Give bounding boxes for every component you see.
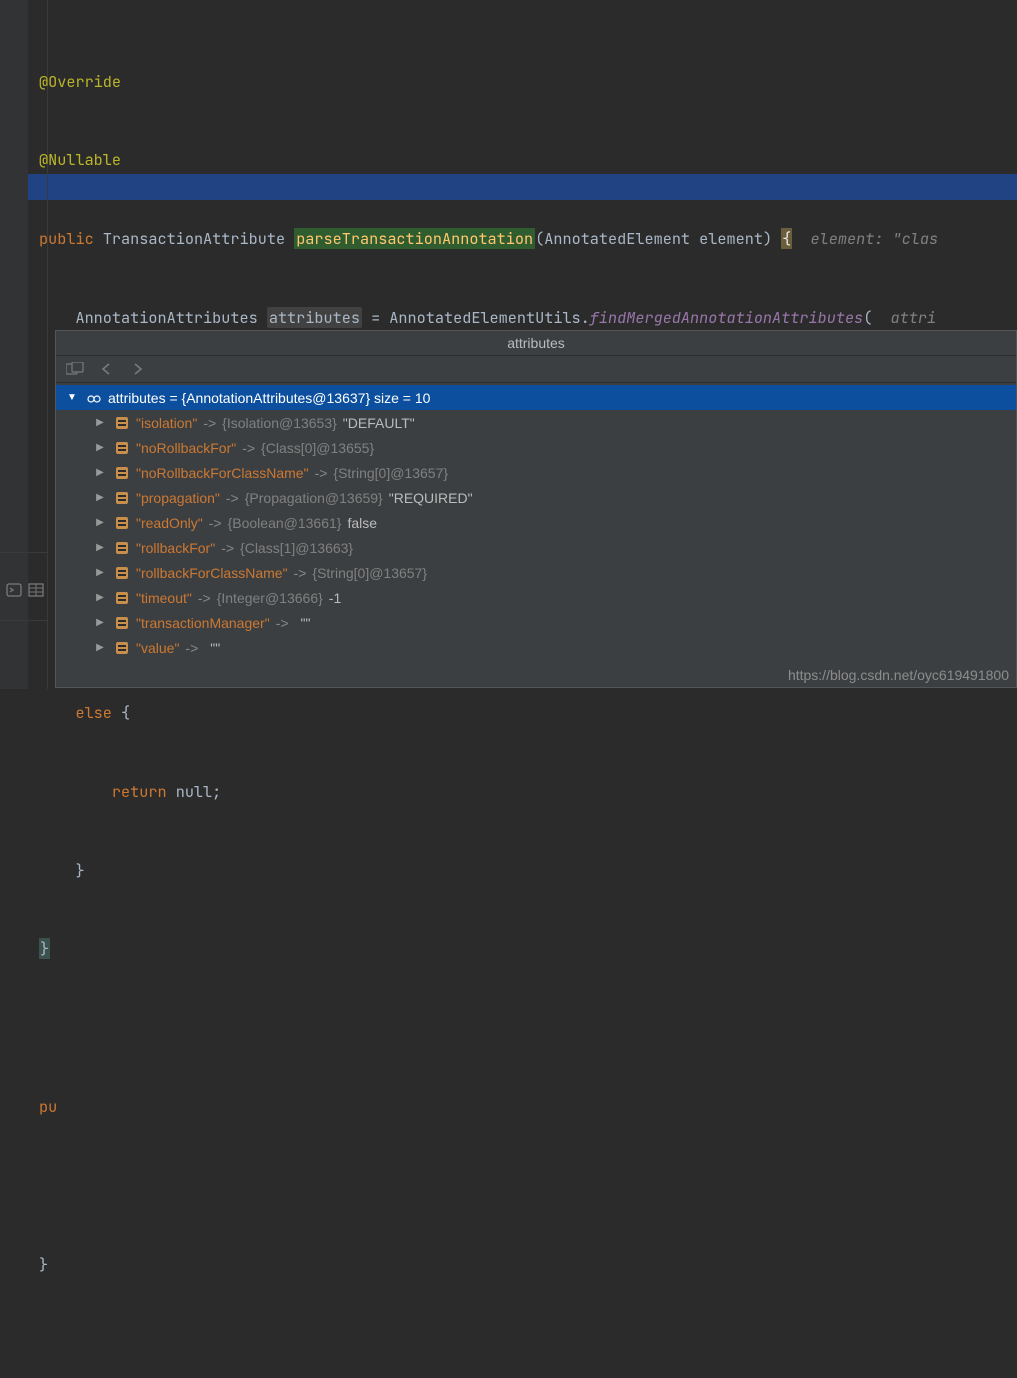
debugger-entry-row[interactable]: ▶ "rollbackFor" -> {Class[1]@13663} xyxy=(56,535,1016,560)
map-entry-icon xyxy=(114,540,130,556)
nav-forward-icon[interactable] xyxy=(130,362,144,376)
entry-arrow: -> xyxy=(198,586,211,610)
expander-right-icon[interactable]: ▶ xyxy=(92,561,108,585)
l2c: ( xyxy=(863,307,872,328)
frag-pu: pu xyxy=(39,1096,57,1117)
entry-arrow: -> xyxy=(242,436,255,460)
kw-else: else xyxy=(75,702,111,723)
close-outer: } xyxy=(39,1254,48,1275)
debugger-entry-row[interactable]: ▶ "value" -> "" xyxy=(56,635,1016,660)
entry-arrow: -> xyxy=(221,536,234,560)
debugger-toolbar xyxy=(56,356,1016,383)
entry-key: "transactionManager" xyxy=(136,611,270,635)
entry-arrow: -> xyxy=(226,486,239,510)
expander-right-icon[interactable]: ▶ xyxy=(92,536,108,560)
map-entry-icon xyxy=(114,440,130,456)
map-entry-icon xyxy=(114,465,130,481)
debugger-root-row[interactable]: ▼ attributes = {AnnotationAttributes@136… xyxy=(56,385,1016,410)
watermark: https://blog.csdn.net/oyc619491800 xyxy=(788,667,1009,683)
method-name: parseTransactionAnnotation xyxy=(294,228,535,249)
entry-key: "rollbackForClassName" xyxy=(136,561,288,585)
entry-arrow: -> xyxy=(185,636,198,660)
sig-tail: (AnnotatedElement element) xyxy=(535,228,781,249)
return-type: TransactionAttribute xyxy=(103,228,294,249)
l2b: = AnnotatedElementUtils. xyxy=(362,307,590,328)
debugger-entry-row[interactable]: ▶ "timeout" -> {Integer@13666} -1 xyxy=(56,585,1016,610)
l2a: AnnotationAttributes xyxy=(75,307,266,328)
entry-key: "propagation" xyxy=(136,486,220,510)
expander-right-icon[interactable]: ▶ xyxy=(92,611,108,635)
debugger-entry-row[interactable]: ▶ "noRollbackForClassName" -> {String[0]@… xyxy=(56,460,1016,485)
entry-arrow: -> xyxy=(209,511,222,535)
brace-open: { xyxy=(781,228,792,249)
inlay-attri: attri xyxy=(872,307,936,328)
watch-glasses-icon xyxy=(86,390,102,406)
entry-value: "" xyxy=(210,636,220,660)
debugger-entry-row[interactable]: ▶ "isolation" -> {Isolation@13653} "DEFAU… xyxy=(56,410,1016,435)
entry-object: {Class[1]@13663} xyxy=(240,536,353,560)
map-entry-icon xyxy=(114,615,130,631)
entry-value: "DEFAULT" xyxy=(343,411,415,435)
entry-object: {Propagation@13659} xyxy=(245,486,383,510)
debugger-tree[interactable]: ▼ attributes = {AnnotationAttributes@136… xyxy=(56,383,1016,662)
static-call: findMergedAnnotationAttributes xyxy=(590,307,863,328)
entry-object: {String[0]@13657} xyxy=(312,561,427,585)
expander-right-icon[interactable]: ▶ xyxy=(92,636,108,660)
entry-key: "noRollbackFor" xyxy=(136,436,236,460)
entry-value: "REQUIRED" xyxy=(389,486,473,510)
map-entry-icon xyxy=(114,590,130,606)
entry-key: "isolation" xyxy=(136,411,197,435)
entry-object: {Class[0]@13655} xyxy=(261,436,374,460)
entry-object: {Boolean@13661} xyxy=(228,511,342,535)
entry-value: false xyxy=(347,511,377,535)
expander-right-icon[interactable]: ▶ xyxy=(92,511,108,535)
var-attributes: attributes xyxy=(267,307,362,328)
expander-right-icon[interactable]: ▶ xyxy=(92,436,108,460)
expander-right-icon[interactable]: ▶ xyxy=(92,461,108,485)
entry-arrow: -> xyxy=(315,461,328,485)
debugger-entry-row[interactable]: ▶ "rollbackForClassName" -> {String[0]@13… xyxy=(56,560,1016,585)
entry-value: "" xyxy=(301,611,311,635)
expander-down-icon[interactable]: ▼ xyxy=(64,386,80,410)
debugger-entry-row[interactable]: ▶ "transactionManager" -> "" xyxy=(56,610,1016,635)
annotation-override: @Override xyxy=(39,71,121,92)
entry-arrow: -> xyxy=(294,561,307,585)
entry-arrow: -> xyxy=(276,611,289,635)
nav-back-icon[interactable] xyxy=(100,362,114,376)
else-brace: { xyxy=(112,702,130,723)
entry-key: "noRollbackForClassName" xyxy=(136,461,309,485)
debugger-root-text: attributes = {AnnotationAttributes@13637… xyxy=(108,386,430,410)
entry-object: {Isolation@13653} xyxy=(222,411,337,435)
map-entry-icon xyxy=(114,515,130,531)
new-watch-icon[interactable] xyxy=(66,362,84,376)
entry-arrow: -> xyxy=(203,411,216,435)
debugger-entry-row[interactable]: ▶ "propagation" -> {Propagation@13659} "R… xyxy=(56,485,1016,510)
expander-right-icon[interactable]: ▶ xyxy=(92,586,108,610)
entry-key: "value" xyxy=(136,636,179,660)
entry-key: "timeout" xyxy=(136,586,192,610)
map-entry-icon xyxy=(114,490,130,506)
ret-null: null; xyxy=(167,781,222,802)
code-editor[interactable]: @Override @Nullable public TransactionAt… xyxy=(0,0,1017,1378)
debugger-title: attributes xyxy=(56,331,1016,356)
kw-return2: return xyxy=(112,781,167,802)
entry-object: {Integer@13666} xyxy=(217,586,323,610)
map-entry-icon xyxy=(114,565,130,581)
inlay-element: element: "clas xyxy=(792,228,938,249)
entry-value: -1 xyxy=(329,586,341,610)
kw-public: public xyxy=(39,228,94,249)
debugger-entry-row[interactable]: ▶ "noRollbackFor" -> {Class[0]@13655} xyxy=(56,435,1016,460)
brace-close-else: } xyxy=(75,860,84,881)
map-entry-icon xyxy=(114,640,130,656)
debugger-popup[interactable]: attributes ▼ attributes = {AnnotationAtt… xyxy=(55,330,1017,688)
map-entry-icon xyxy=(114,415,130,431)
expander-right-icon[interactable]: ▶ xyxy=(92,486,108,510)
brace-close-method: } xyxy=(39,938,50,959)
entry-object: {String[0]@13657} xyxy=(333,461,448,485)
entry-key: "readOnly" xyxy=(136,511,203,535)
expander-right-icon[interactable]: ▶ xyxy=(92,411,108,435)
debugger-entry-row[interactable]: ▶ "readOnly" -> {Boolean@13661} false xyxy=(56,510,1016,535)
annotation-nullable: @Nullable xyxy=(39,149,121,170)
entry-key: "rollbackFor" xyxy=(136,536,215,560)
